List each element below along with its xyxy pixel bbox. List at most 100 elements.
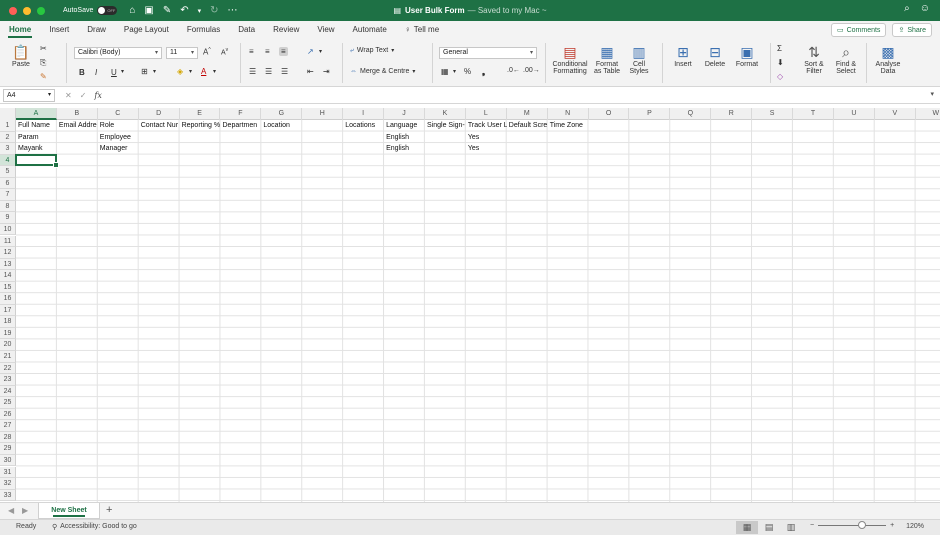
cell-j1[interactable]: Language xyxy=(384,120,425,131)
increase-decimal-icon[interactable]: .0← xyxy=(507,67,520,74)
cut-icon[interactable]: ✂ xyxy=(40,44,47,53)
cell-f1[interactable]: Departmen xyxy=(221,120,262,131)
sort-filter-button[interactable]: ⇅ Sort & Filter xyxy=(798,44,830,75)
copy-icon[interactable]: ⎘ xyxy=(40,58,46,68)
find-select-button[interactable]: ⌕ Find & Select xyxy=(830,44,862,75)
row-header-15[interactable]: 15 xyxy=(0,281,16,294)
fill-dropdown-icon[interactable]: ▾ xyxy=(189,68,192,75)
decrease-decimal-icon[interactable]: .00→ xyxy=(523,67,540,74)
close-window-button[interactable] xyxy=(9,6,17,15)
column-header-j[interactable]: J xyxy=(384,108,425,120)
cell-n1[interactable]: Time Zone xyxy=(548,120,589,131)
analyse-data-button[interactable]: ▩ Analyse Data xyxy=(872,44,904,75)
tab-page-layout[interactable]: Page Layout xyxy=(115,21,178,39)
cell-i1[interactable]: Locations xyxy=(343,120,384,131)
align-right-icon[interactable]: ☰ xyxy=(281,67,288,76)
accounting-format-icon[interactable]: ▦ xyxy=(441,67,449,76)
column-header-a[interactable]: A xyxy=(16,108,57,120)
undo-dropdown-icon[interactable]: ▾ xyxy=(198,7,202,15)
normal-view-icon[interactable]: ▦ xyxy=(736,521,758,534)
tab-automate[interactable]: Automate xyxy=(344,21,396,39)
align-top-icon[interactable]: ≡ xyxy=(249,47,254,56)
row-header-11[interactable]: 11 xyxy=(0,235,16,248)
comma-style-icon[interactable]: ❟ xyxy=(482,67,485,77)
add-sheet-icon[interactable]: + xyxy=(106,504,112,516)
cell-l2[interactable]: Yes xyxy=(466,132,507,143)
increase-font-icon[interactable]: A^ xyxy=(203,47,211,57)
cell-j2[interactable]: English xyxy=(384,132,425,143)
accounting-dropdown-icon[interactable]: ▾ xyxy=(453,68,456,75)
cell-area[interactable]: Full Name Email Addre Role Contact Nur Repor… xyxy=(15,120,940,502)
home-icon[interactable]: ⌂ xyxy=(129,5,135,16)
tab-draw[interactable]: Draw xyxy=(78,21,115,39)
redo-icon[interactable]: ↻ xyxy=(210,5,218,16)
percent-style-icon[interactable]: % xyxy=(464,67,471,76)
row-header-27[interactable]: 27 xyxy=(0,420,16,432)
column-header-p[interactable]: P xyxy=(630,108,671,120)
row-header-21[interactable]: 21 xyxy=(0,351,16,363)
font-color-icon[interactable]: A xyxy=(201,67,206,76)
delete-cells-button[interactable]: ⊟ Delete xyxy=(700,44,730,68)
fill-color-icon[interactable]: ◈ xyxy=(177,67,183,76)
tab-insert[interactable]: Insert xyxy=(40,21,78,39)
row-header-31[interactable]: 31 xyxy=(0,466,16,479)
underline-button[interactable]: U xyxy=(111,68,117,77)
align-center-icon[interactable]: ☰ xyxy=(265,67,272,76)
column-header-k[interactable]: K xyxy=(425,108,466,120)
edit-icon[interactable]: ✎ xyxy=(163,5,171,16)
cell-b1[interactable]: Email Addre xyxy=(57,120,98,131)
cell-k1[interactable]: Single Sign- xyxy=(425,120,466,131)
row-header-13[interactable]: 13 xyxy=(0,258,16,271)
share-button[interactable]: ⇪ Share xyxy=(892,23,932,37)
cell-c1[interactable]: Role xyxy=(98,120,139,131)
comments-button[interactable]: ▭ Comments xyxy=(830,23,887,37)
column-header-b[interactable]: B xyxy=(57,108,98,120)
tab-formulas[interactable]: Formulas xyxy=(178,21,229,39)
row-header-19[interactable]: 19 xyxy=(0,327,16,340)
column-header-l[interactable]: L xyxy=(466,108,507,120)
format-cells-button[interactable]: ▣ Format xyxy=(732,44,762,68)
zoom-window-button[interactable] xyxy=(37,6,45,15)
page-layout-view-icon[interactable]: ▤ xyxy=(758,521,780,534)
row-header-17[interactable]: 17 xyxy=(0,304,16,317)
name-box[interactable]: A4 ▾ xyxy=(3,88,55,102)
cell-g1[interactable]: Location xyxy=(261,120,302,131)
column-header-e[interactable]: E xyxy=(180,108,221,120)
increase-indent-icon[interactable]: ⇥ xyxy=(323,67,330,76)
tell-me-search[interactable]: ♀ Tell me xyxy=(396,21,448,39)
row-header-3[interactable]: 3 xyxy=(0,143,16,155)
row-header-7[interactable]: 7 xyxy=(0,189,16,201)
borders-dropdown-icon[interactable]: ▾ xyxy=(153,68,156,75)
tab-home[interactable]: Home xyxy=(0,21,40,39)
formula-input[interactable] xyxy=(110,89,940,102)
cell-a1[interactable]: Full Name xyxy=(16,120,57,131)
row-header-29[interactable]: 29 xyxy=(0,443,16,455)
column-header-h[interactable]: H xyxy=(302,108,344,120)
column-header-u[interactable]: U xyxy=(834,108,875,120)
align-left-icon[interactable]: ☰ xyxy=(249,67,256,76)
autosave-toggle[interactable]: OFF xyxy=(97,6,118,15)
accessibility-status[interactable]: ⚲ Accessibility: Good to go xyxy=(52,523,137,531)
select-all-corner[interactable] xyxy=(0,108,16,120)
column-header-o[interactable]: O xyxy=(589,108,630,120)
merge-centre-button[interactable]: ⇔ Merge & Centre ▾ xyxy=(350,68,415,75)
italic-button[interactable]: I xyxy=(95,68,97,77)
fill-icon[interactable]: ⬇ xyxy=(777,58,784,67)
zoom-slider-thumb[interactable] xyxy=(857,521,866,529)
cell-j3[interactable]: English xyxy=(384,143,425,154)
row-header-30[interactable]: 30 xyxy=(0,454,16,467)
column-header-c[interactable]: C xyxy=(98,108,139,120)
orientation-dropdown-icon[interactable]: ▾ xyxy=(319,48,322,55)
autosave-control[interactable]: AutoSave OFF xyxy=(63,6,118,15)
cell-styles-button[interactable]: ▥ Cell Styles xyxy=(624,44,654,75)
confirm-entry-icon[interactable]: ✓ xyxy=(80,91,87,100)
minimize-window-button[interactable] xyxy=(23,6,31,15)
column-header-r[interactable]: R xyxy=(711,108,753,120)
row-header-6[interactable]: 6 xyxy=(0,177,16,190)
row-header-1[interactable]: 1 xyxy=(0,120,16,132)
insert-function-button[interactable]: fx xyxy=(94,91,101,100)
row-header-26[interactable]: 26 xyxy=(0,408,16,421)
align-middle-icon[interactable]: ≡ xyxy=(265,47,270,56)
cell-e1[interactable]: Reporting % xyxy=(180,120,221,131)
font-size-select[interactable]: 11 ▾ xyxy=(166,47,198,59)
